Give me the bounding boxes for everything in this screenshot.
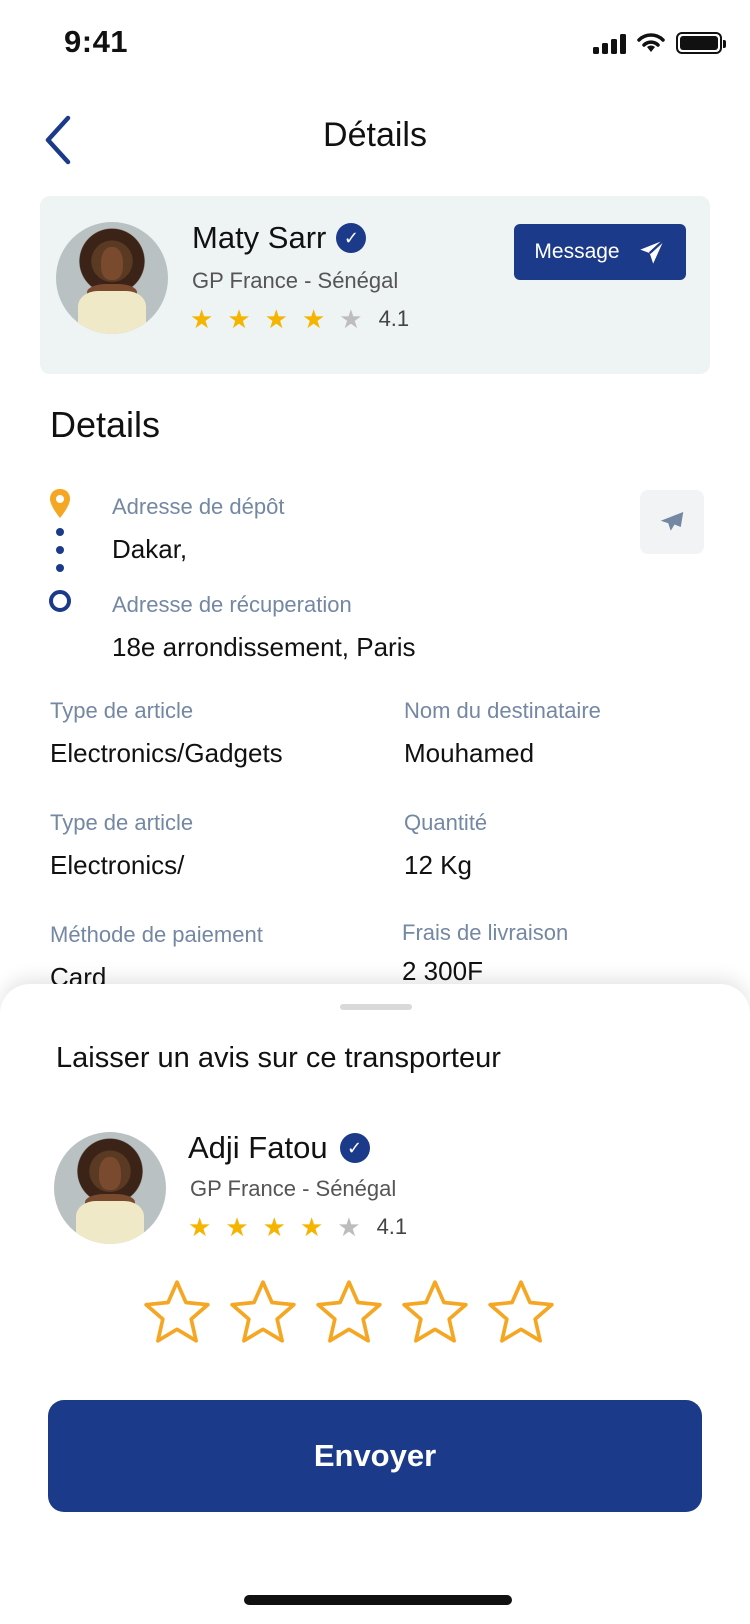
details-title: Details (50, 404, 161, 445)
message-button-label: Message (534, 240, 620, 263)
reviewee-route: GP France - Sénégal (190, 1176, 397, 1201)
star-empty-icon: ★ (339, 304, 363, 334)
airplane-icon (660, 512, 684, 531)
rating-value: 4.1 (376, 1214, 408, 1239)
submit-review-label: Envoyer (313, 1438, 437, 1473)
dropoff-value: 18e arrondissement, Paris (112, 632, 416, 662)
send-icon (639, 239, 665, 264)
status-icons (593, 32, 726, 54)
rate-star-5-icon[interactable] (484, 1276, 558, 1350)
destination-circle-icon (49, 590, 71, 612)
star-filled-icon: ★ (301, 304, 326, 334)
rate-star-3-icon[interactable] (312, 1276, 386, 1350)
battery-icon (676, 32, 726, 54)
field-label: Type de article (50, 698, 194, 723)
reviewee-rating: ★ ★ ★ ★ ★ 4.1 (188, 1214, 407, 1240)
page-title: Détails (323, 116, 427, 154)
rate-star-1-icon[interactable] (140, 1276, 214, 1350)
reviewee-avatar (54, 1132, 166, 1244)
carrier-rating: ★ ★ ★ ★ ★ 4.1 (190, 306, 409, 332)
field-value: 2 300F (402, 956, 483, 986)
review-sheet-title: Laisser un avis sur ce transporteur (56, 1042, 501, 1074)
field-label: Méthode de paiement (50, 922, 263, 947)
location-pin-icon (50, 489, 70, 518)
carrier-name-row: Maty Sarr ✓ (192, 220, 367, 256)
star-filled-icon: ★ (264, 304, 288, 334)
reviewee-name: Adji Fatou (188, 1130, 328, 1165)
carrier-avatar (56, 222, 168, 334)
field-label: Frais de livraison (402, 920, 569, 945)
home-indicator[interactable] (244, 1595, 512, 1605)
message-button[interactable]: Message (514, 224, 686, 280)
verified-badge-icon: ✓ (336, 223, 367, 253)
rate-star-4-icon[interactable] (398, 1276, 472, 1350)
flight-button[interactable] (640, 490, 704, 554)
field-label: Quantité (404, 810, 488, 835)
field-value: Electronics/ (50, 850, 185, 880)
carrier-name: Maty Sarr (192, 220, 327, 255)
rating-input (140, 1276, 558, 1350)
status-time: 9:41 (64, 24, 129, 59)
field-value: 12 Kg (404, 850, 472, 880)
signal-icon (593, 32, 626, 54)
field-label: Nom du destinataire (404, 698, 601, 723)
reviewee-name-row: Adji Fatou ✓ (188, 1130, 370, 1166)
star-filled-icon: ★ (262, 1212, 286, 1242)
star-empty-icon: ★ (337, 1212, 361, 1242)
star-filled-icon: ★ (299, 1212, 324, 1242)
pickup-label: Adresse de dépôt (112, 494, 285, 519)
star-filled-icon: ★ (188, 1212, 212, 1242)
submit-review-button[interactable]: Envoyer (48, 1400, 702, 1512)
verified-badge-icon: ✓ (339, 1133, 370, 1163)
wifi-icon (637, 33, 665, 52)
route-dots (56, 528, 64, 572)
pickup-value: Dakar, (112, 534, 188, 564)
field-value: Electronics/Gadgets (50, 738, 283, 768)
rate-star-2-icon[interactable] (226, 1276, 300, 1350)
star-filled-icon: ★ (227, 304, 251, 334)
field-label: Type de article (50, 810, 194, 835)
carrier-route: GP France - Sénégal (192, 268, 399, 293)
sheet-drag-handle[interactable] (340, 1004, 412, 1010)
star-filled-icon: ★ (225, 1212, 249, 1242)
star-filled-icon: ★ (190, 304, 214, 334)
rating-value: 4.1 (378, 306, 410, 331)
field-value: Mouhamed (404, 738, 535, 768)
dropoff-label: Adresse de récuperation (112, 592, 352, 617)
